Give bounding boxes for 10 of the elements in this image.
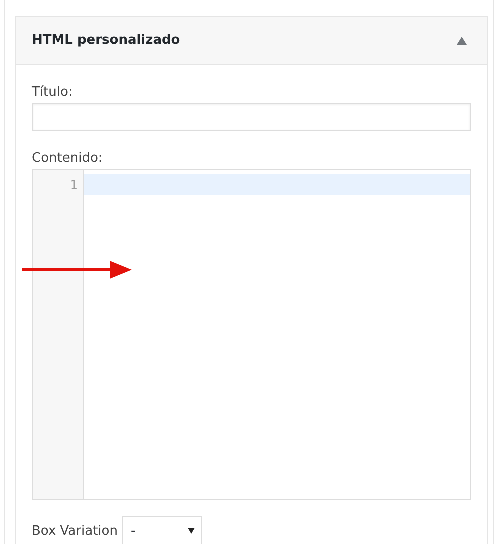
title-input-field[interactable] — [32, 103, 471, 131]
field-label: Box Variation — [32, 524, 118, 538]
field-label: Título: — [32, 85, 73, 100]
widget-header[interactable]: HTML personalizado — [16, 17, 487, 65]
collapse-toggle-icon[interactable] — [457, 36, 467, 44]
caret-icon — [188, 528, 195, 534]
field-label: Contenido: — [32, 151, 103, 166]
widget-title: HTML personalizado — [32, 33, 180, 48]
line-number: 1 — [70, 177, 79, 194]
box-variation-select[interactable]: - — [122, 516, 202, 544]
